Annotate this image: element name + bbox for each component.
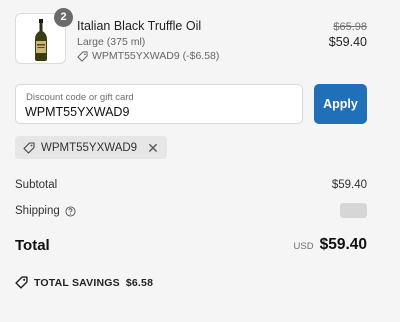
apply-button[interactable]: Apply xyxy=(314,84,367,124)
remove-discount-icon[interactable]: ✕ xyxy=(147,141,159,155)
total-label: Total xyxy=(15,237,50,254)
discount-code-field[interactable]: Discount code or gift card xyxy=(15,84,303,124)
discount-code-label: Discount code or gift card xyxy=(26,92,134,103)
subtotal-label: Subtotal xyxy=(15,179,58,191)
help-icon[interactable] xyxy=(65,205,76,217)
savings-tag-icon xyxy=(15,276,28,289)
subtotal-value: $59.40 xyxy=(331,179,367,191)
total-amount: USD $59.40 xyxy=(294,236,367,254)
total-value: $59.40 xyxy=(319,236,367,253)
total-savings: TOTAL SAVINGS $6.58 xyxy=(15,276,153,289)
applied-discount-chip: WPMT55YXWAD9 ✕ xyxy=(15,136,167,159)
tag-icon xyxy=(77,50,88,62)
line-item-price: $59.40 xyxy=(328,35,367,49)
savings-value: $6.58 xyxy=(125,276,154,289)
savings-label: TOTAL SAVINGS xyxy=(34,276,120,289)
shipping-label-group: Shipping xyxy=(15,205,76,217)
bottle-image xyxy=(35,19,47,61)
product-thumbnail: 2 xyxy=(15,8,73,64)
discount-code-input[interactable] xyxy=(25,105,285,119)
quantity-badge: 2 xyxy=(54,8,73,27)
product-name: Italian Black Truffle Oil xyxy=(77,19,202,33)
applied-discount-code: WPMT55YXWAD9 xyxy=(41,141,138,154)
shipping-label: Shipping xyxy=(15,205,60,217)
line-item: 2 Italian Black Truffle Oil Large (375 m… xyxy=(15,8,367,65)
currency-code: USD xyxy=(293,241,314,252)
tag-icon xyxy=(23,141,35,154)
product-discount: WPMT55YXWAD9 (-$6.58) xyxy=(77,50,219,62)
product-variant: Large (375 ml) xyxy=(77,36,146,48)
compare-at-price: $65.98 xyxy=(333,21,367,33)
shipping-value-placeholder xyxy=(340,203,367,218)
product-discount-text: WPMT55YXWAD9 (-$6.58) xyxy=(92,50,220,62)
